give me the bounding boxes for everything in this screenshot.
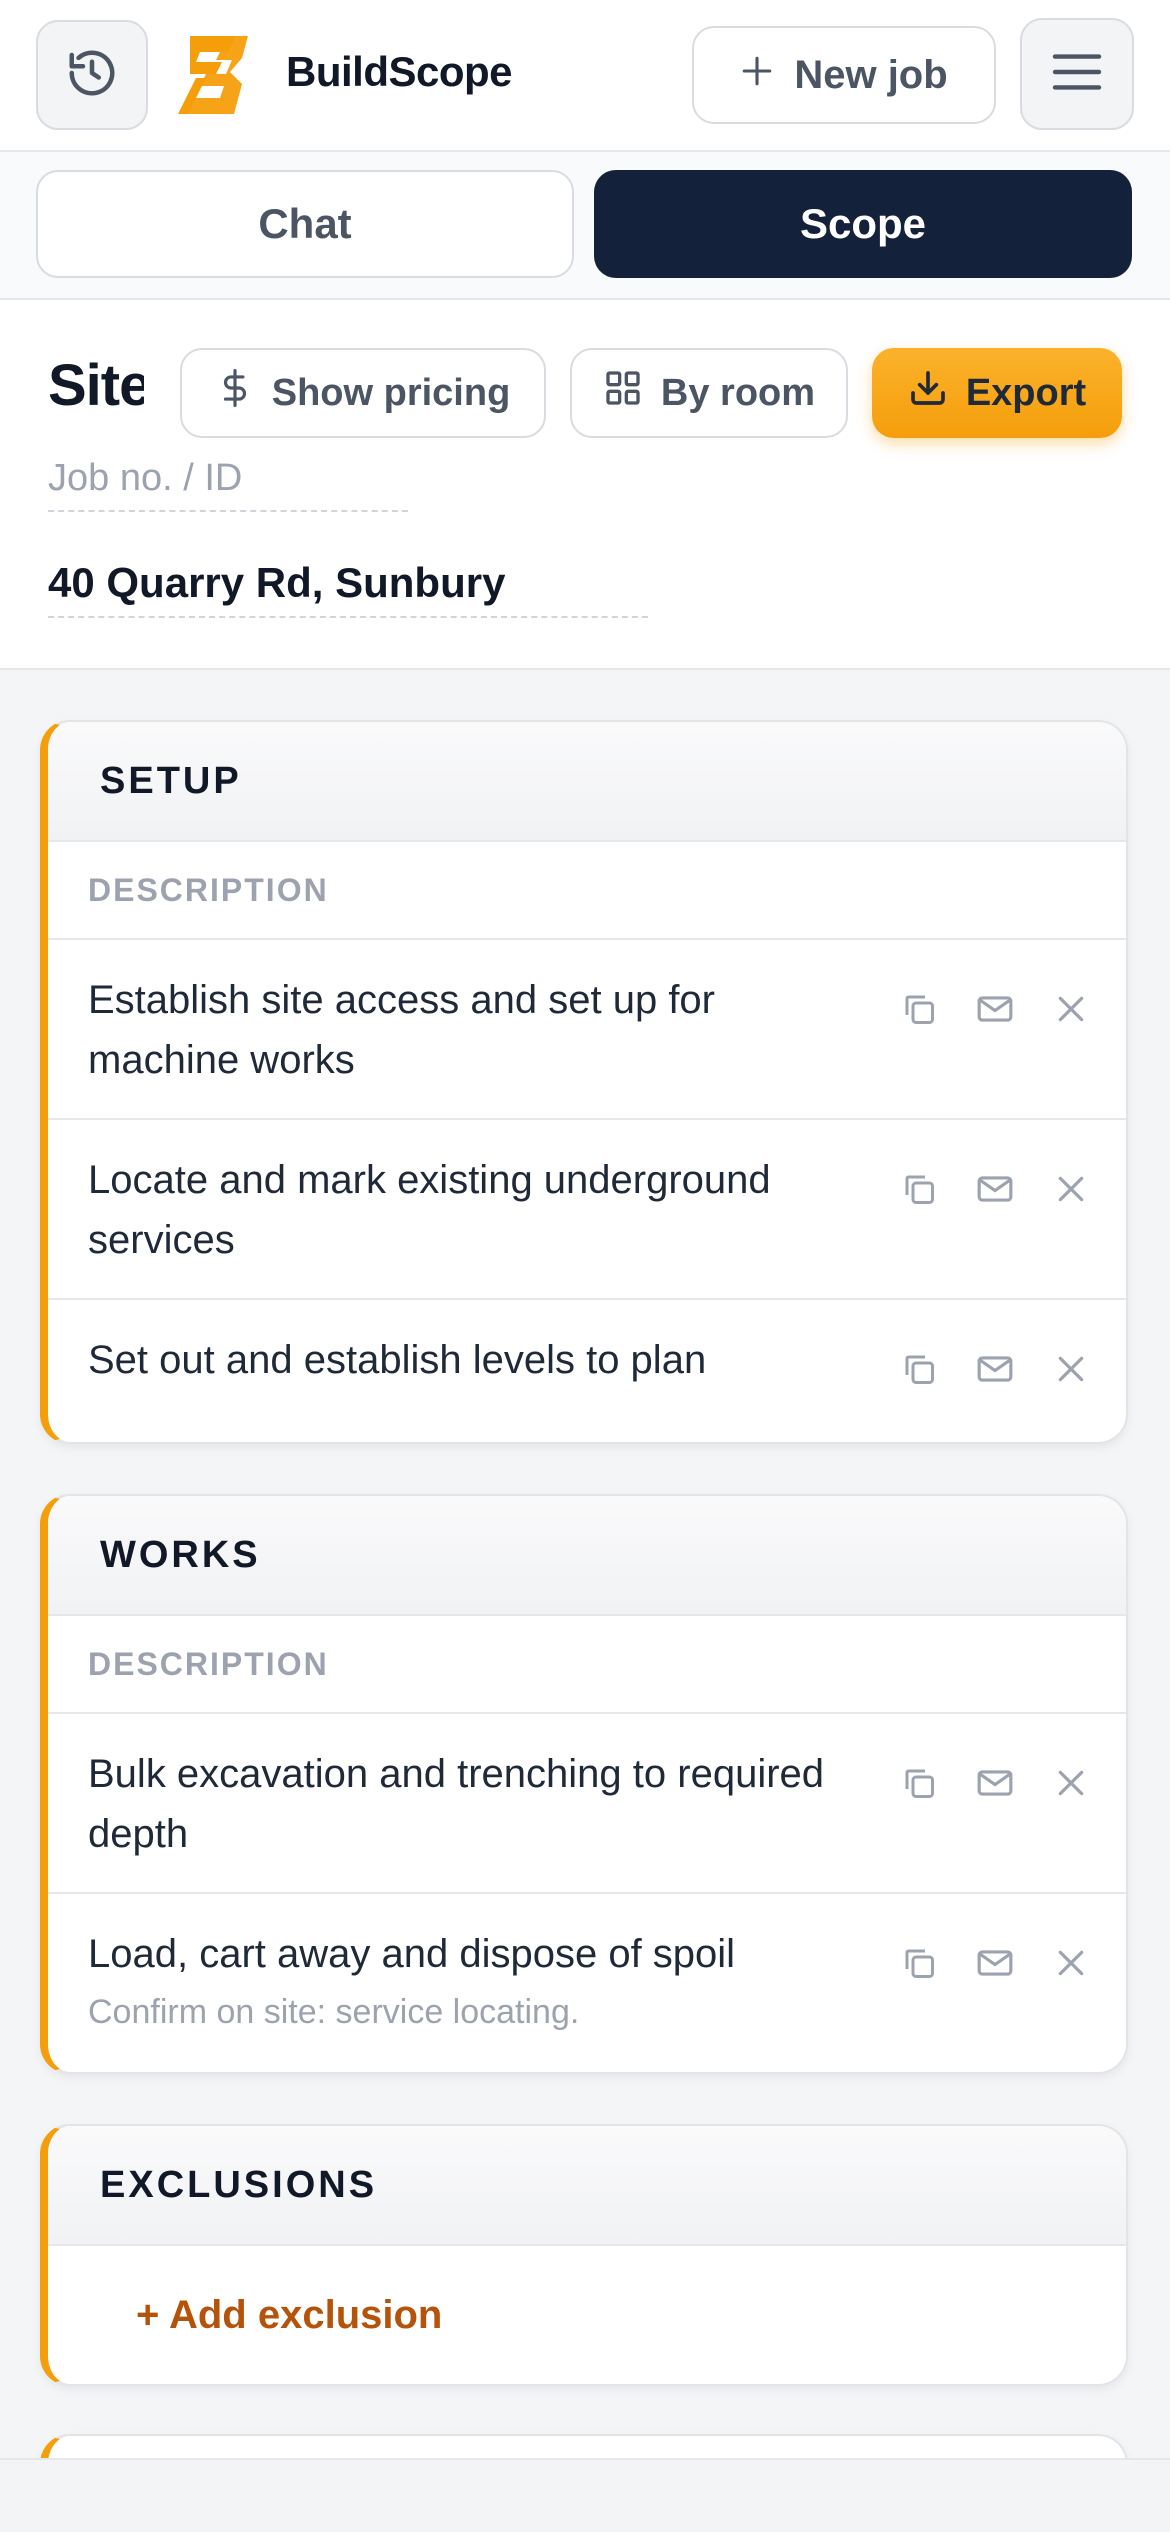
scope-item-text[interactable]: Load, cart away and dispose of spoil	[88, 1924, 846, 1984]
section-setup: SETUP DESCRIPTION Establish site access …	[40, 720, 1128, 1444]
duplicate-icon[interactable]	[900, 1350, 938, 1388]
tab-scope[interactable]: Scope	[594, 170, 1132, 278]
mail-icon[interactable]	[976, 1764, 1014, 1802]
mail-icon[interactable]	[976, 990, 1014, 1028]
row-actions	[900, 1170, 1090, 1208]
scope-item-text[interactable]: Locate and mark existing underground ser…	[88, 1150, 826, 1270]
scope-item-note: Confirm on site: service locating.	[88, 1993, 580, 2031]
scope-item-text[interactable]: Bulk excavation and trenching to require…	[88, 1744, 826, 1864]
scope-item-text[interactable]: Establish site access and set up for mac…	[88, 970, 826, 1090]
history-icon	[65, 46, 119, 105]
close-icon[interactable]	[1052, 990, 1090, 1028]
row-actions	[900, 990, 1090, 1028]
by-room-button[interactable]: By room	[570, 348, 848, 438]
mail-icon[interactable]	[976, 1170, 1014, 1208]
new-job-button[interactable]: New job	[692, 26, 996, 124]
address-field[interactable]: 40 Quarry Rd, Sunbury	[48, 552, 648, 618]
section-title: SETUP	[48, 722, 1126, 842]
app-header: BuildScope New job	[0, 0, 1170, 152]
buildscope-logo	[176, 34, 252, 116]
by-room-label: By room	[660, 371, 816, 414]
duplicate-icon[interactable]	[900, 1170, 938, 1208]
view-tabs: Chat Scope	[0, 152, 1170, 300]
grid-icon	[603, 368, 643, 418]
job-id-field[interactable]: Job no. / ID	[48, 452, 408, 512]
export-label: Export	[965, 371, 1087, 414]
add-exclusion-link[interactable]: + Add exclusion	[48, 2246, 1126, 2384]
duplicate-icon[interactable]	[900, 1764, 938, 1802]
row-actions	[900, 1944, 1090, 1982]
section-works: WORKS DESCRIPTION Bulk excavation and tr…	[40, 1494, 1128, 2074]
close-icon[interactable]	[1052, 1944, 1090, 1982]
section-title: WORKS	[48, 1496, 1126, 1616]
tab-chat[interactable]: Chat	[36, 170, 574, 278]
new-job-label: New job	[794, 52, 948, 97]
scope-item-row: Bulk excavation and trenching to require…	[48, 1714, 1126, 1894]
row-actions	[900, 1764, 1090, 1802]
job-info-panel: Site Show pricing By room Export Job no.…	[0, 300, 1170, 670]
section-exclusions: EXCLUSIONS + Add exclusion	[40, 2124, 1128, 2386]
brand-name: BuildScope	[286, 48, 513, 95]
column-header-description: DESCRIPTION	[48, 842, 1126, 940]
section-title: EXCLUSIONS	[48, 2126, 1126, 2246]
column-header-description: DESCRIPTION	[48, 1616, 1126, 1714]
menu-button[interactable]	[1020, 18, 1134, 130]
scope-item-row: Load, cart away and dispose of spoil Con…	[48, 1894, 1126, 2070]
plus-icon	[740, 53, 774, 98]
show-pricing-label: Show pricing	[271, 371, 511, 414]
close-icon[interactable]	[1052, 1764, 1090, 1802]
scope-item-row: Set out and establish levels to plan	[48, 1300, 1126, 1440]
dollar-icon	[216, 367, 254, 419]
show-pricing-button[interactable]: Show pricing	[180, 348, 546, 438]
export-button[interactable]: Export	[872, 348, 1122, 438]
close-icon[interactable]	[1052, 1350, 1090, 1388]
mail-icon[interactable]	[976, 1944, 1014, 1982]
history-button[interactable]	[36, 20, 148, 130]
scope-item-text[interactable]: Set out and establish levels to plan	[88, 1330, 826, 1390]
bottom-bar	[0, 2458, 1170, 2532]
row-actions	[900, 1350, 1090, 1388]
close-icon[interactable]	[1052, 1170, 1090, 1208]
mail-icon[interactable]	[976, 1350, 1014, 1388]
scope-item-row: Establish site access and set up for mac…	[48, 940, 1126, 1120]
duplicate-icon[interactable]	[900, 1944, 938, 1982]
scope-item-row: Locate and mark existing underground ser…	[48, 1120, 1126, 1300]
menu-icon	[1050, 50, 1104, 99]
download-icon	[908, 368, 948, 418]
duplicate-icon[interactable]	[900, 990, 938, 1028]
job-title[interactable]: Site	[48, 352, 144, 422]
